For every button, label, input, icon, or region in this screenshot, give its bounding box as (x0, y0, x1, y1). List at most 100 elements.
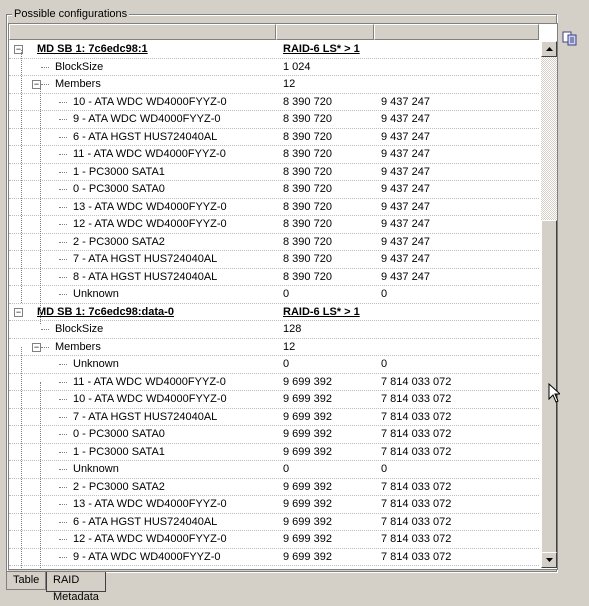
tree-connector (59, 486, 67, 488)
tree-node-property[interactable]: BlockSize 128 (9, 321, 539, 339)
tree-connector (41, 346, 49, 348)
copy-icon (562, 31, 577, 46)
tree-node-member[interactable]: 6 - ATA HGST HUS724040AL 9 699 392 7 814 0… (9, 514, 539, 532)
tree-connector (59, 259, 67, 260)
tree-node-property[interactable]: − Members 12 (9, 339, 539, 357)
node-value-2: 9 437 247 (381, 183, 430, 195)
node-label: 11 - ATA WDC WD4000FYYZ-0 (73, 375, 226, 388)
tree-connector (59, 416, 67, 418)
tree-connector (59, 381, 67, 383)
tree-node-member[interactable]: 8 - ATA HGST HUS724040AL 8 390 720 9 437 2… (9, 269, 539, 287)
tree-node-member[interactable]: 13 - ATA WDC WD4000FYYZ-0 9 699 392 7 814 … (9, 496, 539, 514)
node-value-1: 8 390 720 (283, 130, 332, 143)
collapse-toggle-icon[interactable]: − (14, 307, 23, 317)
header-column-value2[interactable] (374, 24, 539, 40)
tree-node-config[interactable]: − MD SB 1: 7c6edc98:data-0 RAID-6 LS* > 1 (9, 304, 539, 322)
node-value-1: 8 390 720 (283, 148, 332, 160)
node-value-1: RAID-6 LS* > 1 (283, 43, 360, 55)
tree-header (9, 24, 539, 40)
header-column-name[interactable] (9, 24, 276, 40)
arrow-up-icon (545, 47, 553, 51)
tree-connector (59, 434, 67, 435)
tree-node-member[interactable]: 10 - ATA WDC WD4000FYYZ-0 9 699 392 7 814 … (9, 391, 539, 409)
tree-node-member[interactable]: 0 - PC3000 SATA0 8 390 720 9 437 247 (9, 181, 539, 199)
tree-node-member[interactable]: 0 - PC3000 SATA0 9 699 392 7 814 033 072 (9, 426, 539, 444)
group-title: Possible configurations (12, 7, 130, 21)
node-label: 0 - PC3000 SATA0 (73, 183, 165, 195)
tree-node-member[interactable]: Unknown 0 0 (9, 286, 539, 304)
vertical-scrollbar[interactable] (541, 41, 557, 568)
node-value-2: 7 814 033 072 (381, 480, 452, 493)
tree-rows: − MD SB 1: 7c6edc98:1 RAID-6 LS* > 1 BlockS… (9, 41, 539, 569)
tree-connector (59, 119, 67, 120)
node-value-1: 8 390 720 (283, 165, 332, 178)
node-value-2: 7 814 033 072 (381, 515, 452, 528)
tree-node-member[interactable]: Unknown 0 0 (9, 461, 539, 479)
tree-node-member[interactable]: 12 - ATA WDC WD4000FYYZ-0 9 699 392 7 814 … (9, 531, 539, 549)
tab-raid-metadata[interactable]: RAID Metadata (46, 572, 106, 603)
configuration-tree[interactable]: − MD SB 1: 7c6edc98:1 RAID-6 LS* > 1 BlockS… (8, 23, 558, 570)
tree-node-config[interactable]: − MD SB 1: 7c6edc98:1 RAID-6 LS* > 1 (9, 41, 539, 59)
node-label: 1 - PC3000 SATA1 (73, 165, 165, 178)
tree-guide-line (40, 84, 41, 324)
node-value-1: 9 699 392 (283, 533, 332, 545)
node-label: 6 - ATA HGST HUS724040AL (73, 515, 218, 528)
node-value-2: 7 814 033 072 (381, 550, 452, 563)
tree-node-member[interactable]: 2 - PC3000 SATA2 8 390 720 9 437 247 (9, 234, 539, 252)
node-value-2: 9 437 247 (381, 165, 430, 178)
tab-table[interactable]: Table (6, 572, 47, 590)
node-value-1: 9 699 392 (283, 393, 332, 405)
tree-node-member[interactable]: Unknown 0 0 (9, 356, 539, 374)
node-value-2: 9 437 247 (381, 235, 430, 248)
tree-node-member[interactable]: 1 - PC3000 SATA1 8 390 720 9 437 247 (9, 164, 539, 182)
header-column-value1[interactable] (276, 24, 374, 40)
tree-node-member[interactable]: 10 - ATA WDC WD4000FYYZ-0 8 390 720 9 437 … (9, 94, 539, 112)
arrow-cursor-icon (548, 383, 560, 403)
node-value-2: 9 437 247 (381, 218, 430, 230)
tree-node-property[interactable]: BlockSize 1 024 (9, 59, 539, 77)
node-value-2: 9 437 247 (381, 130, 430, 143)
tree-node-member[interactable]: 9 - ATA WDC WD4000FYYZ-0 8 390 720 9 437 2… (9, 111, 539, 129)
node-label: 13 - ATA WDC WD4000FYYZ-0 (73, 498, 227, 510)
node-label: 13 - ATA WDC WD4000FYYZ-0 (73, 200, 227, 213)
tree-node-member[interactable]: 12 - ATA WDC WD4000FYYZ-0 8 390 720 9 437 … (9, 216, 539, 234)
tree-node-member[interactable]: 7 - ATA HGST HUS724040AL 9 699 392 7 814 0… (9, 409, 539, 427)
node-label: 12 - ATA WDC WD4000FYYZ-0 (73, 533, 227, 545)
node-value-2: 7 814 033 072 (381, 445, 452, 458)
tree-node-member[interactable]: 13 - ATA WDC WD4000FYYZ-0 8 390 720 9 437 … (9, 199, 539, 217)
tree-node-member[interactable]: 1 - PC3000 SATA1 9 699 392 7 814 033 072 (9, 444, 539, 462)
node-value-1: 12 (283, 78, 296, 90)
node-value-1: 9 699 392 (283, 480, 332, 493)
node-label: 10 - ATA WDC WD4000FYYZ-0 (73, 393, 227, 405)
node-value-2: 0 (381, 358, 388, 370)
tree-node-member[interactable]: 2 - PC3000 SATA2 9 699 392 7 814 033 072 (9, 479, 539, 497)
node-value-1: 12 (283, 340, 296, 353)
tree-node-member[interactable]: 6 - ATA HGST HUS724040AL 8 390 720 9 437 2… (9, 129, 539, 147)
tree-node-member[interactable]: 11 - ATA WDC WD4000FYYZ-0 9 699 392 7 814 … (9, 374, 539, 392)
tree-connector (59, 154, 67, 155)
tree-connector (59, 136, 67, 138)
node-value-1: 128 (283, 323, 302, 335)
scroll-track[interactable] (541, 57, 557, 565)
tree-connector (59, 206, 67, 208)
node-label: 7 - ATA HGST HUS724040AL (73, 410, 218, 423)
node-value-1: 9 699 392 (283, 375, 332, 388)
tree-guide-line (21, 50, 22, 303)
tree-node-member[interactable]: 11 - ATA WDC WD4000FYYZ-0 8 390 720 9 437 … (9, 146, 539, 164)
tree-node-property[interactable]: − Members 12 (9, 76, 539, 94)
collapse-toggle-icon[interactable]: − (32, 342, 41, 352)
node-value-1: 0 (283, 288, 290, 300)
copy-button[interactable] (560, 28, 580, 48)
arrow-down-icon (545, 558, 553, 562)
node-label: 2 - PC3000 SATA2 (73, 235, 165, 248)
node-value-1: 0 (283, 358, 290, 370)
scroll-up-button[interactable] (541, 41, 557, 57)
node-label: 11 - ATA WDC WD4000FYYZ-0 (73, 148, 226, 160)
tree-node-member[interactable]: 7 - ATA HGST HUS724040AL 8 390 720 9 437 2… (9, 251, 539, 269)
node-value-1: 8 390 720 (283, 113, 332, 125)
tree-node-member[interactable]: 9 - ATA WDC WD4000FYYZ-0 9 699 392 7 814 0… (9, 549, 539, 567)
tree-connector (59, 101, 67, 103)
scroll-down-button[interactable] (541, 552, 557, 568)
node-value-2: 7 814 033 072 (381, 498, 452, 510)
tree-connector (59, 504, 67, 505)
